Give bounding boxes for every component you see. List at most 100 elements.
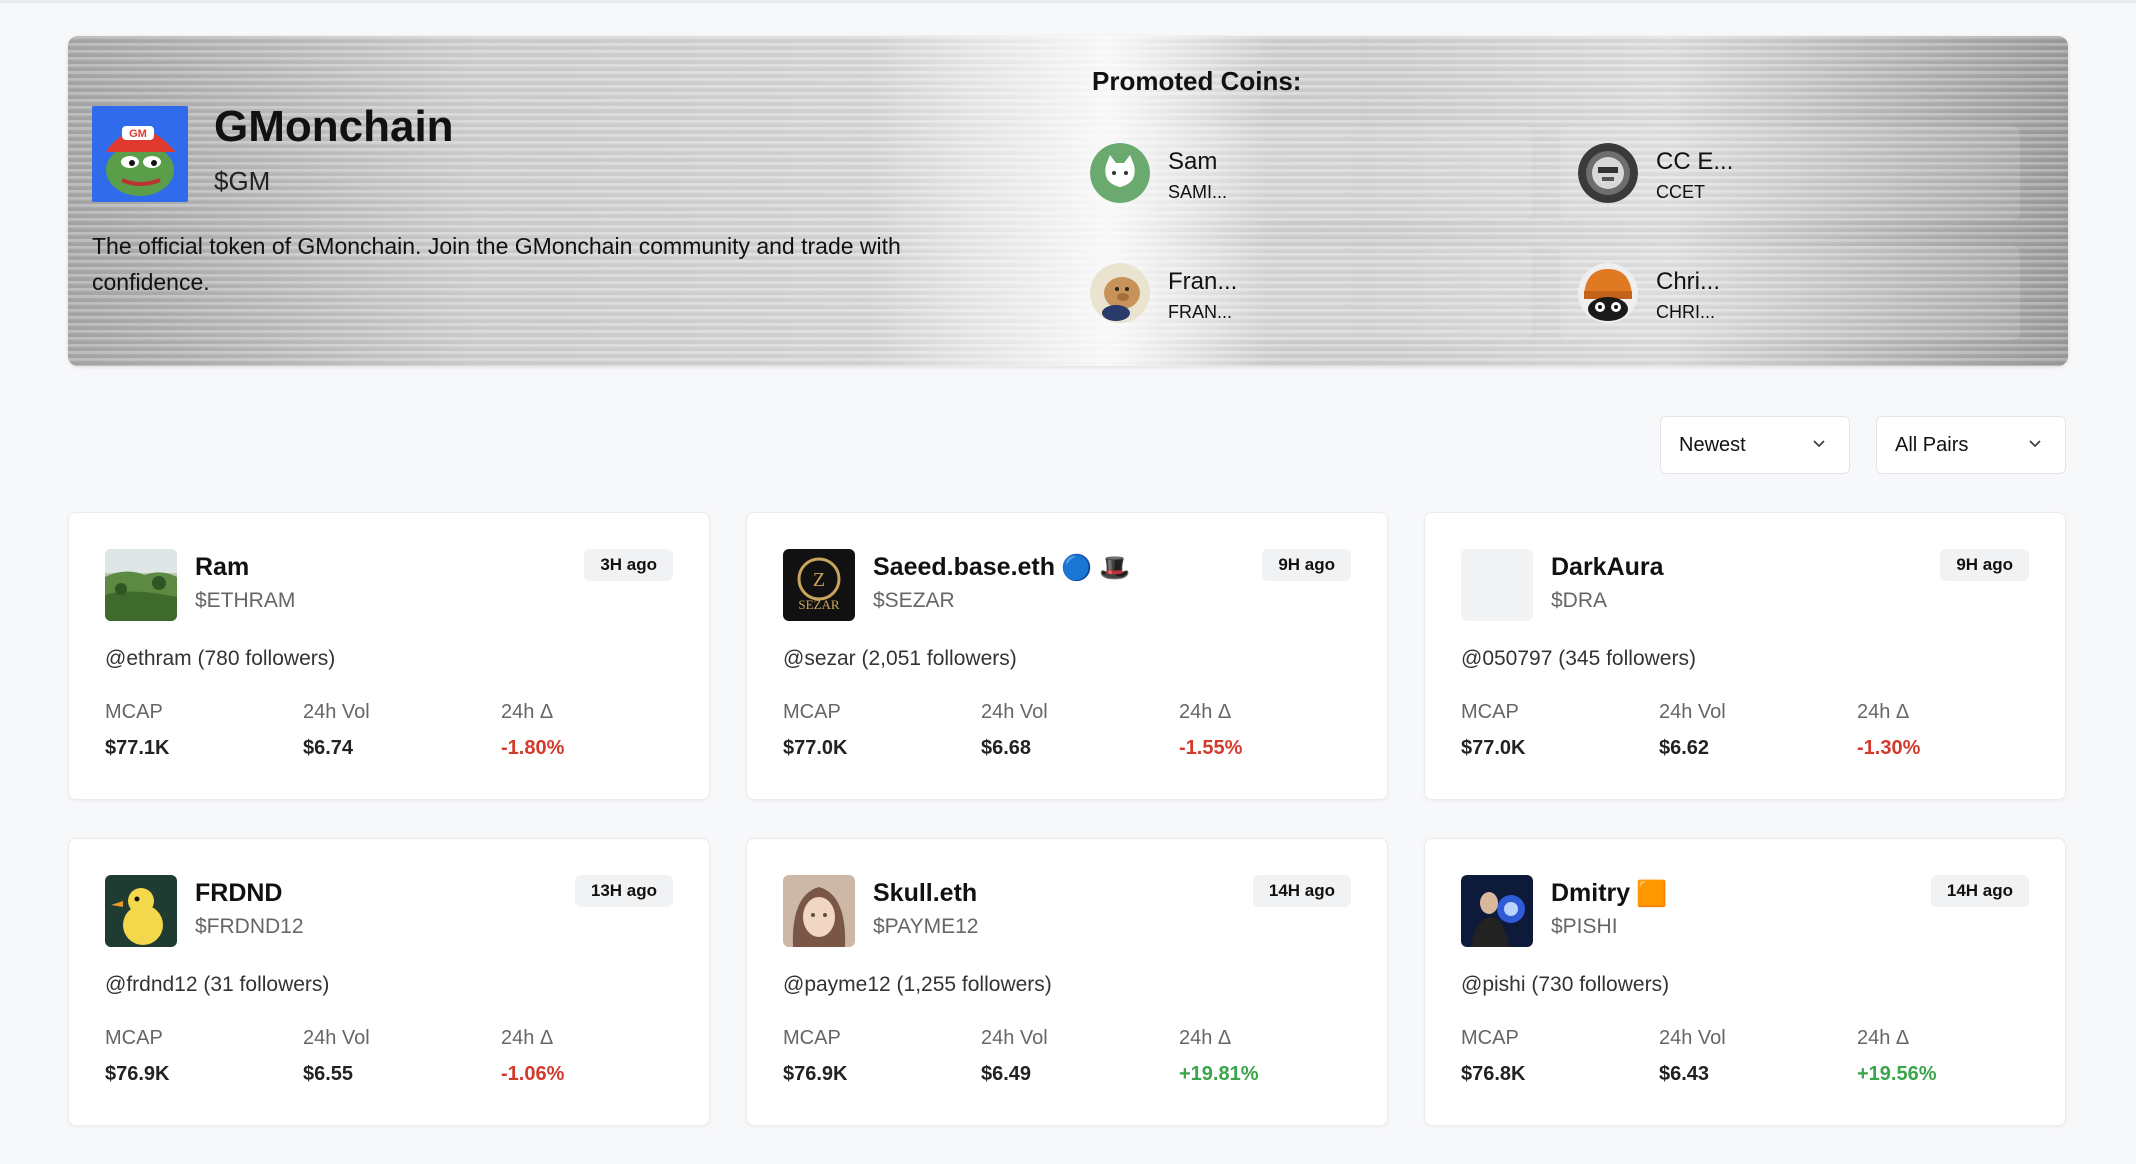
token-card-ticker: $ETHRAM (195, 589, 296, 612)
promoted-coins-title: Promoted Coins: (1092, 66, 1302, 96)
mcap-value: $77.1K (105, 737, 170, 759)
sort-select[interactable]: Newest (1660, 416, 1850, 474)
token-ticker: $GM (214, 166, 271, 196)
token-card[interactable]: Skull.eth $PAYME12 14H ago @payme12 (1,2… (746, 838, 1388, 1126)
token-name: GMonchain (214, 102, 454, 151)
token-avatar (105, 875, 177, 947)
token-card[interactable]: Dmitry 🟧 $PISHI 14H ago @pishi (730 follo… (1424, 838, 2066, 1126)
token-card-name: Dmitry 🟧 (1551, 879, 1667, 909)
cap-gm-text: GM (129, 128, 147, 140)
token-age-badge: 3H ago (584, 549, 673, 581)
delta-label: 24h Δ (1179, 701, 1232, 723)
delta-value: +19.56% (1857, 1063, 1937, 1085)
token-age-badge: 14H ago (1930, 875, 2029, 907)
token-card[interactable]: FRDND $FRDND12 13H ago @frdnd12 (31 foll… (68, 838, 710, 1126)
token-description: The official token of GMonchain. Join th… (92, 233, 901, 295)
mcap-label: MCAP (105, 701, 163, 723)
beanie-avatar-icon (1578, 263, 1638, 323)
promoted-symbol: CCET (1656, 182, 1705, 202)
mcap-label: MCAP (783, 701, 841, 723)
token-card-name: DarkAura (1551, 553, 1664, 582)
delta-label: 24h Δ (1857, 1027, 1910, 1049)
token-card[interactable]: DarkAura $DRA 9H ago @050797 (345 follow… (1424, 512, 2066, 800)
mcap-label: MCAP (105, 1027, 163, 1049)
vol-label: 24h Vol (303, 701, 370, 723)
creator-handle[interactable]: @frdnd12 (31 followers) (105, 973, 329, 997)
token-card-name-text: Dmitry (1551, 879, 1631, 907)
svg-text:Z: Z (813, 569, 825, 591)
delta-label: 24h Δ (501, 701, 554, 723)
token-card-name-text: Saeed.base.eth (873, 553, 1056, 581)
mask-avatar-icon (1578, 143, 1638, 203)
token-card[interactable]: Ram $ETHRAM 3H ago @ethram (780 follower… (68, 512, 710, 800)
promoted-symbol: SAMI... (1168, 182, 1228, 202)
mcap-value: $77.0K (1461, 737, 1526, 759)
token-card-name: Skull.eth (873, 879, 977, 908)
pairs-select[interactable]: All Pairs (1876, 416, 2066, 474)
token-card-name-text: Ram (195, 553, 250, 581)
token-card-ticker: $DRA (1551, 589, 1608, 612)
cat-avatar-icon (1090, 143, 1150, 203)
creator-handle[interactable]: @sezar (2,051 followers) (783, 647, 1017, 671)
vol-label: 24h Vol (1659, 701, 1726, 723)
creator-handle[interactable]: @050797 (345 followers) (1461, 647, 1696, 671)
promoted-coin-sam[interactable]: Sam SAMI... (1072, 126, 1532, 220)
token-age-badge: 9H ago (1262, 549, 1351, 581)
vol-value: $6.49 (981, 1063, 1032, 1085)
vol-value: $6.55 (303, 1063, 354, 1085)
delta-value: +19.81% (1179, 1063, 1259, 1085)
token-avatar (1461, 875, 1533, 947)
mcap-value: $77.0K (783, 737, 848, 759)
orange-square-badge: 🟧 (1636, 879, 1668, 908)
delta-value: -1.80% (501, 737, 565, 759)
token-age-badge: 14H ago (1252, 875, 1351, 907)
vol-label: 24h Vol (981, 701, 1048, 723)
mcap-value: $76.9K (105, 1063, 170, 1085)
token-card-name-text: FRDND (195, 879, 283, 907)
delta-value: -1.06% (501, 1063, 565, 1085)
creator-handle[interactable]: @ethram (780 followers) (105, 647, 335, 671)
token-card-name-text: Skull.eth (873, 879, 978, 907)
mcap-label: MCAP (1461, 701, 1519, 723)
token-card-name: Ram (195, 553, 249, 582)
top-divider (0, 0, 2136, 3)
promoted-name: Chri... (1656, 268, 1721, 295)
token-age-badge: 13H ago (574, 875, 673, 907)
delta-label: 24h Δ (1179, 1027, 1232, 1049)
pairs-select-value: All Pairs (1895, 434, 1969, 456)
delta-label: 24h Δ (1857, 701, 1910, 723)
token-avatar (105, 549, 177, 621)
token-avatar (783, 875, 855, 947)
promoted-symbol: FRAN... (1168, 302, 1233, 322)
delta-value: -1.30% (1857, 737, 1921, 759)
creator-handle[interactable]: @pishi (730 followers) (1461, 973, 1669, 997)
sort-select-value: Newest (1679, 434, 1746, 456)
promoted-coin-fran[interactable]: Fran... FRAN... (1072, 246, 1532, 340)
token-avatar-placeholder (1461, 549, 1533, 621)
mcap-value: $76.9K (783, 1063, 848, 1085)
token-card-ticker: $SEZAR (873, 589, 955, 612)
token-card[interactable]: Z SEZAR Saeed.base.eth 🔵 🎩 $SEZAR 9H ago … (746, 512, 1388, 800)
promoted-name: CC E... (1656, 148, 1734, 175)
token-card-ticker: $PAYME12 (873, 915, 979, 938)
promoted-symbol: CHRI... (1656, 302, 1716, 322)
vol-value: $6.74 (303, 737, 354, 759)
vol-value: $6.43 (1659, 1063, 1710, 1085)
creator-handle[interactable]: @payme12 (1,255 followers) (783, 973, 1052, 997)
token-card-name: FRDND (195, 879, 283, 908)
token-card-name: Saeed.base.eth 🔵 🎩 (873, 553, 1130, 583)
delta-value: -1.55% (1179, 737, 1243, 759)
promoted-name: Sam (1168, 148, 1218, 175)
token-card-name-text: DarkAura (1551, 553, 1664, 581)
gmonchain-logo: GM (92, 106, 188, 202)
promoted-coin-chri[interactable]: Chri... CHRI... (1560, 246, 2020, 340)
token-hero-banner: GM GMonchain $GM The official token of G… (68, 36, 2068, 366)
chevron-down-icon (1813, 440, 1825, 448)
token-age-badge: 9H ago (1940, 549, 2029, 581)
chevron-down-icon (2029, 440, 2041, 448)
vol-label: 24h Vol (981, 1027, 1048, 1049)
promoted-coin-cc[interactable]: CC E... CCET (1560, 126, 2020, 220)
vol-value: $6.68 (981, 737, 1032, 759)
vol-value: $6.62 (1659, 737, 1710, 759)
sezar-logo-text: SEZAR (798, 597, 840, 612)
